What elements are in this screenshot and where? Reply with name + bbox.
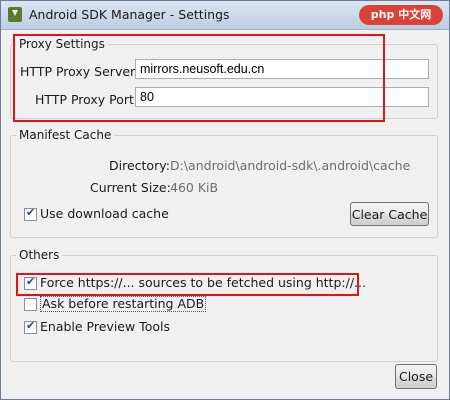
title-bar[interactable]: Android SDK Manager - Settings php 中文网 [1, 1, 449, 30]
dialog-content: Proxy Settings HTTP Proxy Server HTTP Pr… [2, 30, 448, 398]
others-legend: Others [19, 248, 60, 262]
proxy-settings-legend: Proxy Settings [19, 37, 105, 51]
watermark-logo: php 中文网 [359, 5, 443, 25]
force-http-label: Force https://... sources to be fetched … [40, 275, 366, 290]
use-download-cache-checkbox[interactable] [24, 206, 37, 221]
enable-preview-tools-checkbox[interactable] [24, 319, 37, 334]
current-size-label: Current Size: [90, 180, 171, 195]
current-size-value: 460 KiB [170, 180, 219, 195]
directory-value: D:\android\android-sdk\.android\cache [170, 158, 411, 173]
window-title: Android SDK Manager - Settings [29, 7, 230, 22]
settings-window: Android SDK Manager - Settings php 中文网 P… [0, 0, 450, 400]
ask-before-restart-adb-checkbox[interactable] [24, 298, 37, 311]
use-download-cache-label: Use download cache [40, 206, 169, 221]
ask-before-restart-adb-label: Ask before restarting ADB [40, 296, 207, 312]
http-proxy-port-label: HTTP Proxy Port [35, 92, 134, 107]
clear-cache-button[interactable]: Clear Cache [350, 202, 429, 226]
sdk-manager-icon [8, 7, 22, 22]
manifest-cache-legend: Manifest Cache [19, 128, 112, 142]
close-button[interactable]: Close [395, 364, 437, 389]
http-proxy-port-input[interactable] [135, 87, 429, 107]
http-proxy-server-input[interactable] [135, 59, 429, 79]
directory-label: Directory: [109, 158, 170, 173]
http-proxy-server-label: HTTP Proxy Server [20, 64, 136, 79]
enable-preview-tools-label: Enable Preview Tools [40, 319, 170, 334]
force-http-checkbox[interactable] [24, 275, 37, 290]
